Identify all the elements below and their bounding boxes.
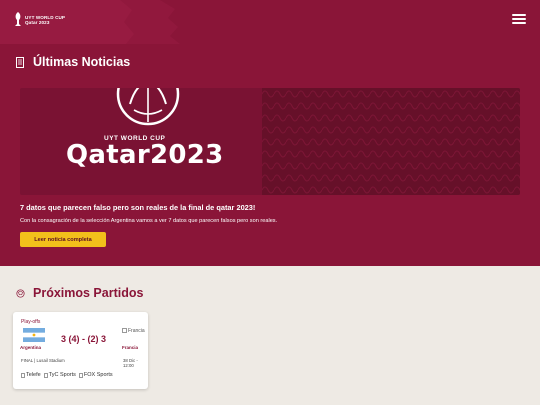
header-pattern [0, 0, 180, 44]
news-title[interactable]: 7 datos que parecen falso pero son reale… [20, 203, 255, 212]
home-team-name: Argentina [20, 345, 42, 350]
logo-line-2: Qatar 2023 [25, 19, 50, 25]
logo-line-1: UYT WORLD CUP [25, 14, 66, 20]
banner-brand: Qatar2023 [66, 140, 224, 170]
match-date: 38 Dic - 12:00 [123, 358, 138, 368]
france-flag-icon: Francia [122, 328, 145, 334]
news-section-title: Últimas Noticias [16, 55, 130, 69]
broken-image-icon [78, 372, 83, 378]
football-icon [116, 88, 180, 126]
hamburger-menu-icon[interactable] [512, 14, 526, 26]
match-score: 3 (4) - (2) 3 [61, 334, 107, 344]
site-logo[interactable]: UYT WORLD CUP Qatar 2023 [14, 12, 65, 27]
match-card[interactable]: Play-offs Argentina 3 (4) - (2) 3 Franci… [13, 312, 148, 389]
news-hero-section: UYT WORLD CUP Qatar 2023 Últimas Noticia… [0, 0, 540, 266]
broadcaster-list: Telefe TyC Sports FOX Sports [21, 372, 113, 378]
france-flag-alt: Francia [128, 328, 145, 334]
broken-image-icon [43, 372, 48, 378]
match-venue: FINAL | Lusail Stadium [21, 358, 65, 363]
broken-image-icon [122, 328, 127, 334]
broken-image-icon [21, 372, 25, 378]
matches-section-label: Próximos Partidos [33, 286, 144, 300]
match-stage: Play-offs [21, 319, 41, 325]
news-description: Con la consagración de la selección Arge… [20, 218, 278, 224]
news-section-label: Últimas Noticias [33, 55, 131, 69]
news-icon [16, 56, 24, 68]
read-more-button[interactable]: Leer noticia completa [20, 232, 106, 247]
ball-icon [16, 288, 25, 298]
news-banner-image[interactable]: UYT WORLD CUP Qatar2023 [20, 88, 520, 195]
broadcaster-fox-sports[interactable]: FOX Sports [78, 372, 113, 378]
trophy-icon [15, 12, 21, 26]
argentina-flag-icon [23, 328, 45, 342]
broadcaster-tyc-sports[interactable]: TyC Sports [43, 372, 76, 378]
matches-section-title: Próximos Partidos [16, 286, 143, 300]
banner-pattern [262, 88, 520, 195]
away-team-name: Francia [122, 345, 139, 350]
broadcaster-telefe[interactable]: Telefe [21, 372, 41, 378]
